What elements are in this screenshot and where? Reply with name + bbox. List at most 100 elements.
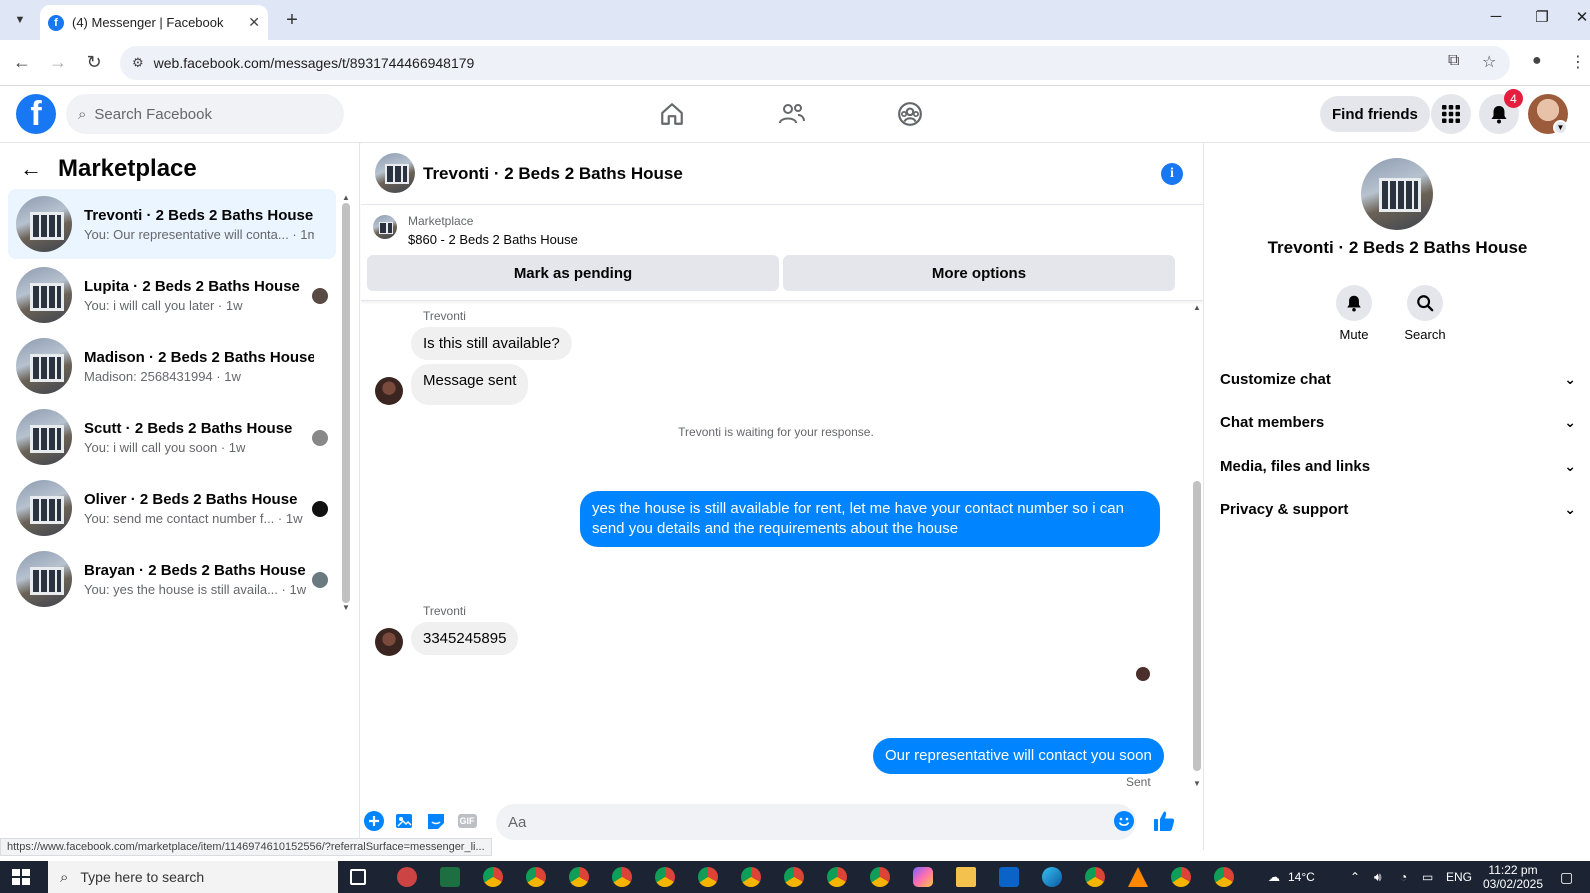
task-view-icon[interactable] [350, 869, 366, 885]
menu-grid-icon[interactable] [1431, 94, 1471, 134]
facebook-search-input[interactable] [94, 105, 315, 123]
photo-icon[interactable] [394, 810, 416, 832]
outgoing-message[interactable]: yes the house is still available for ren… [580, 491, 1160, 547]
close-tab-icon[interactable]: ✕ [248, 14, 260, 31]
mute-button[interactable]: Mute [1324, 285, 1384, 342]
chrome-icon[interactable] [526, 867, 546, 887]
edge-icon[interactable] [1042, 867, 1062, 887]
chrome-icon[interactable] [655, 867, 675, 887]
weather-widget[interactable]: ☁ 14°C [1268, 861, 1315, 893]
chat-members-row[interactable]: Chat members ⌄ [1220, 402, 1576, 442]
conversation-item[interactable]: Scutt · 2 Beds 2 Baths House You: i will… [8, 402, 336, 472]
tab-list-chevron-icon[interactable]: ▼ [8, 8, 32, 32]
chrome-icon[interactable] [612, 867, 632, 887]
site-settings-icon[interactable]: ⚙ [132, 55, 144, 71]
more-options-button[interactable]: More options [783, 255, 1175, 291]
chrome-icon[interactable] [784, 867, 804, 887]
copilot-icon[interactable] [913, 867, 933, 887]
thumbs-up-icon[interactable] [1153, 810, 1175, 832]
conversation-item[interactable]: Brayan · 2 Beds 2 Baths House You: yes t… [8, 544, 336, 614]
taskbar-clock[interactable]: 11:22 pm 03/02/2025 [1478, 863, 1548, 891]
scrollbar-thumb[interactable] [342, 203, 350, 603]
input-language[interactable]: ENG [1446, 861, 1472, 893]
browser-menu-icon[interactable]: ⋮ [1570, 52, 1586, 72]
app-icon[interactable] [397, 867, 417, 887]
conversation-item[interactable]: Trevonti · 2 Beds 2 Baths House You: Our… [8, 189, 336, 259]
media-files-links-row[interactable]: Media, files and links ⌄ [1220, 446, 1576, 486]
volume-icon[interactable]: 🔊︎ [1374, 861, 1382, 893]
restore-icon[interactable]: ❐ [1530, 8, 1554, 26]
mark-as-pending-button[interactable]: Mark as pending [367, 255, 779, 291]
conversation-item[interactable]: Oliver · 2 Beds 2 Baths House You: send … [8, 473, 336, 543]
wifi-icon[interactable]: ◔ [1400, 861, 1407, 893]
find-friends-button[interactable]: Find friends [1320, 96, 1430, 132]
chrome-icon[interactable] [698, 867, 718, 887]
details-listing-thumbnail[interactable] [1361, 158, 1433, 230]
conversation-item[interactable]: Madison · 2 Beds 2 Baths House Madison: … [8, 331, 336, 401]
scroll-up-icon[interactable]: ▲ [340, 193, 352, 202]
listing-mini-thumbnail[interactable] [373, 215, 397, 239]
conversation-info-icon[interactable]: i [1161, 163, 1183, 185]
browser-tab[interactable]: f (4) Messenger | Facebook ✕ [40, 5, 268, 40]
outlook-icon[interactable] [999, 867, 1019, 887]
notification-center-icon[interactable]: ▢ [1560, 861, 1573, 893]
scroll-down-icon[interactable]: ▼ [1191, 779, 1203, 788]
reload-icon[interactable]: ↻ [82, 52, 106, 73]
windows-start-icon[interactable] [12, 869, 30, 885]
chrome-icon[interactable] [1171, 867, 1191, 887]
profile-icon[interactable]: ● [1532, 52, 1542, 70]
chrome-icon[interactable] [569, 867, 589, 887]
chrome-icon[interactable] [827, 867, 847, 887]
back-arrow-icon[interactable]: ← [10, 52, 34, 73]
url-field[interactable]: ⚙ web.facebook.com/messages/t/8931744466… [120, 46, 1510, 80]
file-explorer-icon[interactable] [956, 867, 976, 887]
groups-icon[interactable] [894, 98, 926, 130]
conversation-preview: You: send me contact number f... · 1w [84, 510, 303, 526]
home-icon[interactable] [656, 98, 688, 130]
friends-icon[interactable] [776, 98, 808, 130]
search-conversation-button[interactable]: Search [1395, 285, 1455, 342]
minimize-icon[interactable]: ─ [1484, 8, 1508, 25]
chrome-icon[interactable] [741, 867, 761, 887]
message-input[interactable] [496, 804, 1136, 840]
chrome-icon[interactable] [1085, 867, 1105, 887]
facebook-logo-icon[interactable]: f [16, 94, 56, 134]
back-arrow-icon[interactable]: ← [20, 156, 42, 182]
vlc-icon[interactable] [1128, 867, 1148, 887]
plus-circle-icon[interactable] [363, 810, 385, 832]
sender-avatar[interactable] [375, 628, 403, 656]
battery-icon[interactable]: ▭ [1422, 861, 1433, 893]
new-tab-plus-icon[interactable]: + [280, 8, 304, 32]
scroll-down-icon[interactable]: ▼ [340, 603, 352, 612]
excel-icon[interactable] [440, 867, 460, 887]
forward-arrow-icon[interactable]: → [46, 52, 70, 73]
taskbar-search[interactable]: ⌕ Type here to search [48, 861, 338, 893]
close-window-icon[interactable]: ✕ [1570, 8, 1590, 26]
bookmark-star-icon[interactable]: ☆ [1482, 52, 1496, 72]
chrome-icon[interactable] [870, 867, 890, 887]
chat-listing-thumbnail[interactable] [375, 153, 415, 193]
gif-icon[interactable]: GIF [456, 810, 478, 832]
scroll-up-icon[interactable]: ▲ [1191, 303, 1203, 312]
chat-scrollbar[interactable]: ▲ ▼ [1191, 301, 1203, 791]
sender-avatar[interactable] [375, 377, 403, 405]
emoji-icon[interactable] [1113, 810, 1135, 832]
sticker-icon[interactable] [425, 810, 447, 832]
chrome-active-icon[interactable] [1214, 867, 1234, 887]
account-chevron-down-icon[interactable]: ▼ [1553, 120, 1568, 135]
install-app-icon[interactable]: ⧉ [1448, 52, 1459, 70]
outgoing-message[interactable]: Our representative will contact you soon [873, 738, 1164, 774]
conversations-scrollbar[interactable]: ▲ ▼ [340, 193, 352, 613]
chat-title[interactable]: Trevonti · 2 Beds 2 Baths House [423, 164, 683, 184]
scrollbar-thumb[interactable] [1193, 481, 1201, 771]
incoming-message[interactable]: Message sent [411, 364, 529, 405]
facebook-search-box[interactable]: ⌕ [66, 94, 344, 134]
incoming-message[interactable]: Is this still available? [411, 327, 572, 360]
tray-chevron-up-icon[interactable]: ⌃ [1350, 861, 1360, 893]
chrome-icon[interactable] [483, 867, 503, 887]
listing-price-title[interactable]: $860 - 2 Beds 2 Baths House [408, 232, 578, 247]
conversation-item[interactable]: Lupita · 2 Beds 2 Baths House You: i wil… [8, 260, 336, 330]
privacy-support-row[interactable]: Privacy & support ⌄ [1220, 489, 1576, 529]
customize-chat-row[interactable]: Customize chat ⌄ [1220, 359, 1576, 399]
incoming-message[interactable]: 3345245895 [411, 622, 519, 655]
